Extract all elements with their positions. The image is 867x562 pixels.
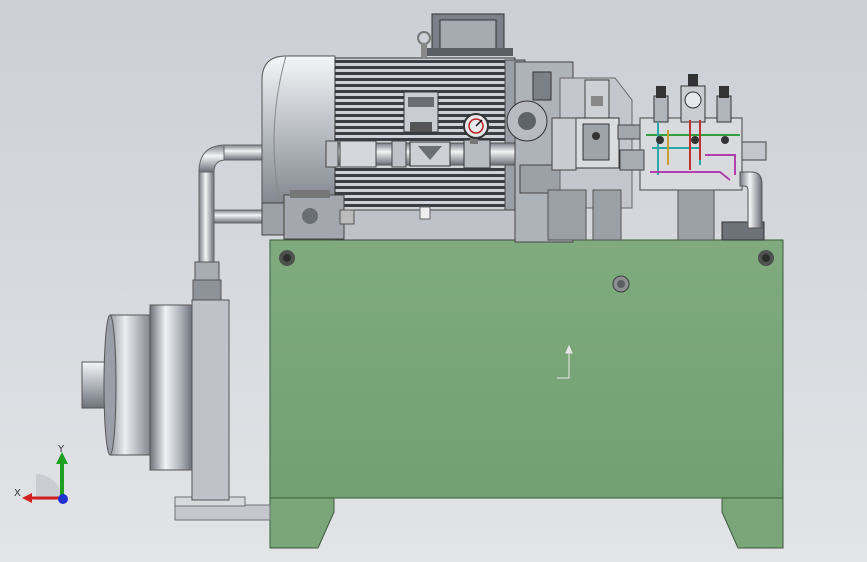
filler-cap[interactable] bbox=[612, 275, 630, 293]
tank-bolt bbox=[279, 250, 295, 266]
oil-tank[interactable] bbox=[269, 239, 784, 549]
motor-terminal-box[interactable] bbox=[425, 13, 513, 56]
check-valve[interactable] bbox=[409, 141, 451, 167]
oil-cooler-housing[interactable] bbox=[81, 299, 230, 501]
cad-viewport[interactable]: Y X bbox=[0, 0, 867, 562]
valve-cartridge[interactable] bbox=[653, 86, 669, 123]
y-axis-label: Y bbox=[57, 444, 65, 455]
valve-cartridge[interactable] bbox=[680, 74, 706, 123]
x-axis-label: X bbox=[14, 488, 21, 499]
gear-icon bbox=[506, 100, 548, 142]
hydraulic-power-unit-model[interactable] bbox=[0, 0, 867, 562]
z-axis-dot bbox=[58, 494, 68, 504]
tank-bolt bbox=[758, 250, 774, 266]
coordinate-triad[interactable]: Y X bbox=[14, 440, 78, 510]
manifold-valve-block[interactable] bbox=[619, 74, 767, 241]
valve-cartridge[interactable] bbox=[716, 86, 732, 123]
digital-controller[interactable] bbox=[403, 91, 439, 133]
